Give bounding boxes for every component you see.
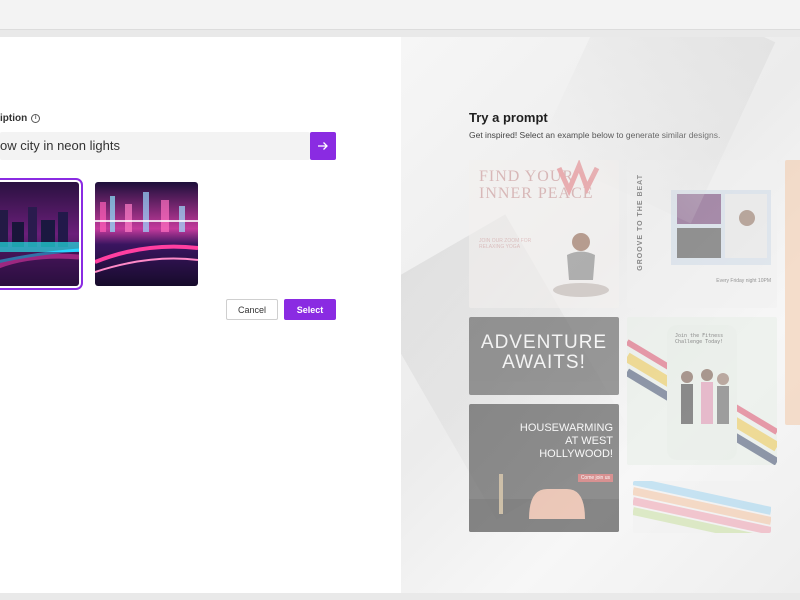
example-card-adventure[interactable]: ADVENTURE AWAITS! xyxy=(469,317,619,395)
card-title: ADVENTURE AWAITS! xyxy=(480,332,608,373)
groove-illustration xyxy=(671,190,771,265)
example-card-pencils[interactable] xyxy=(633,481,771,533)
generate-panel: iption i ow city in neon lights Cancel S… xyxy=(0,37,401,593)
yoga-illustration xyxy=(553,160,609,297)
example-card-fitness[interactable]: Join the Fitness Challenge Today! xyxy=(627,317,777,465)
try-prompt-subtitle: Get inspired! Select an example below to… xyxy=(469,130,721,140)
arrow-right-icon xyxy=(318,142,328,150)
example-card-yoga[interactable]: FIND YOUR INNER PEACE JOIN OUR ZOOM FOR … xyxy=(469,160,619,308)
prompt-input[interactable]: ow city in neon lights xyxy=(0,132,310,160)
example-card-partial[interactable] xyxy=(785,160,800,425)
example-card-groove[interactable]: GROOVE TO THE BEAT Every Friday night 10… xyxy=(627,160,777,308)
cancel-button[interactable]: Cancel xyxy=(226,299,278,320)
card-title: HOUSEWARMING AT WEST HOLLYWOOD! xyxy=(519,422,613,460)
generate-button[interactable] xyxy=(310,132,336,160)
generated-image-1[interactable] xyxy=(0,178,83,290)
design-dialog: iption i ow city in neon lights Cancel S… xyxy=(0,37,800,593)
generated-image-2[interactable] xyxy=(95,182,198,286)
neon-city-image-2 xyxy=(95,182,198,286)
description-label: iption i xyxy=(0,113,41,124)
pencils-illustration xyxy=(633,481,771,533)
try-prompt-title: Try a prompt xyxy=(469,110,548,125)
select-button[interactable]: Select xyxy=(284,299,336,320)
card-subtext: Come join us xyxy=(577,474,613,482)
info-icon[interactable]: i xyxy=(31,114,41,123)
try-prompt-panel: Try a prompt Get inspired! Select an exa… xyxy=(401,37,800,593)
example-card-housewarming[interactable]: HOUSEWARMING AT WEST HOLLYWOOD! Come joi… xyxy=(469,404,619,532)
card-title: Join the Fitness Challenge Today! xyxy=(675,333,724,345)
neon-city-image-1 xyxy=(0,182,79,286)
top-bar xyxy=(0,0,800,30)
card-subtext: Every Friday night 10PM xyxy=(716,278,771,284)
